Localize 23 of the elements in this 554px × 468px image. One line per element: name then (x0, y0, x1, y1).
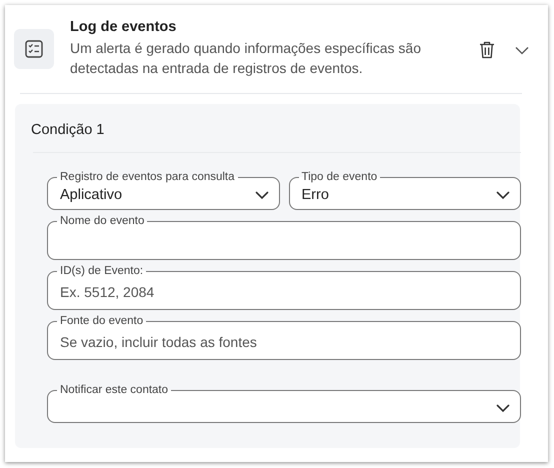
input-field[interactable]: ID(s) de Evento: Ex. 5512, 2084 (47, 265, 521, 310)
field-label: Tipo de evento (300, 171, 378, 183)
trash-icon[interactable] (479, 41, 495, 59)
dropdown[interactable]: Notificar este contato (47, 384, 521, 423)
field-label: ID(s) de Evento: (59, 265, 144, 277)
checklist-icon (14, 29, 54, 69)
chevron-down-icon (496, 190, 510, 200)
field-label: Nome do evento (59, 215, 146, 227)
chevron-down-icon (254, 190, 268, 200)
field-label: Notificar este contato (59, 384, 170, 396)
chevron-down-icon[interactable] (515, 46, 529, 55)
field-label: Fonte do evento (59, 315, 144, 327)
dropdown[interactable]: Registro de eventos para consulta Aplicativo (47, 171, 280, 210)
text-input[interactable]: Ex. 5512, 2084 (60, 277, 510, 309)
text-input[interactable]: Se vazio, incluir todas as fontes (60, 327, 510, 359)
input-field[interactable]: Fonte do evento Se vazio, incluir todas as fontes (47, 315, 521, 360)
dropdown[interactable]: Tipo de evento Erro (288, 171, 521, 210)
field-label: Registro de eventos para consulta (59, 171, 236, 183)
card-description: Um alerta é gerado quando informações específicas são detectadas na entrada de registros de eventos. (70, 39, 422, 78)
condition-title: Condição 1 (31, 122, 106, 138)
card-title: Log de eventos (70, 19, 178, 35)
input-field[interactable]: Nome do evento (47, 215, 521, 260)
chevron-down-icon (496, 404, 510, 412)
